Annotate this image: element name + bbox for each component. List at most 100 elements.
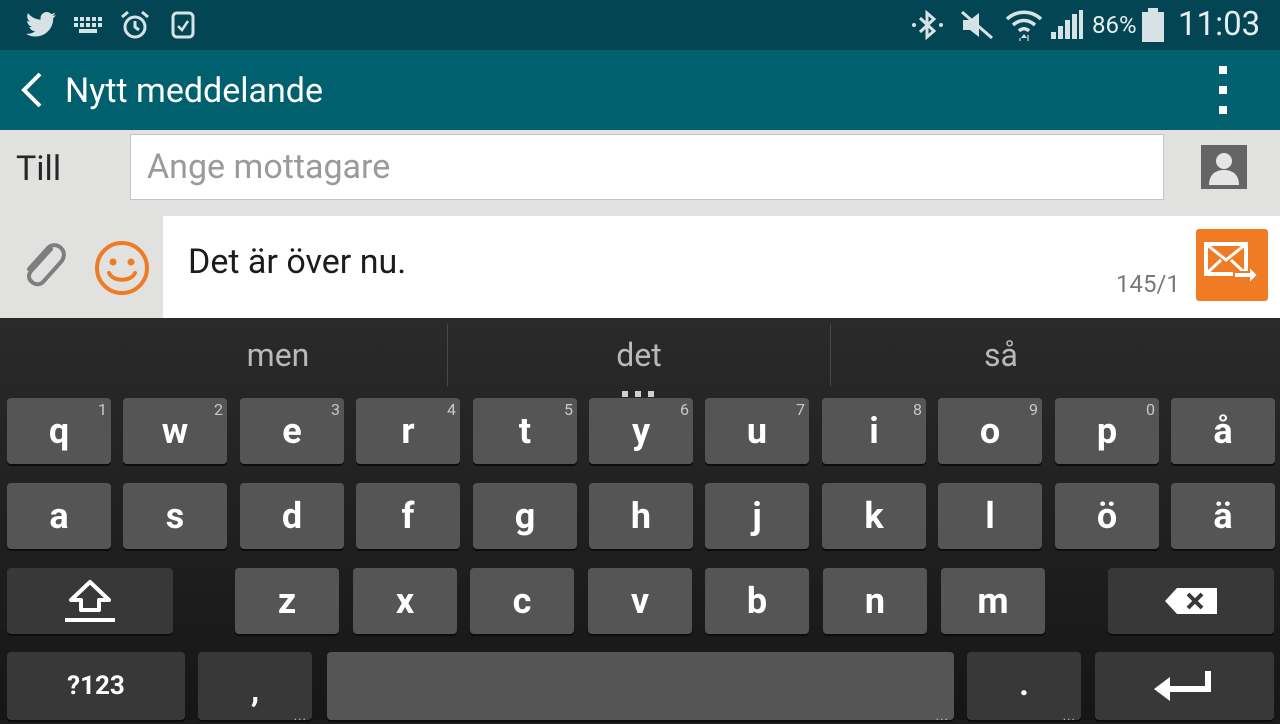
period-key[interactable]: .... bbox=[967, 652, 1081, 724]
key-e[interactable]: e3 bbox=[240, 398, 344, 464]
key-n[interactable]: n bbox=[823, 568, 927, 634]
smartwatch-icon bbox=[168, 10, 198, 40]
comma-key[interactable]: ,... bbox=[198, 652, 312, 724]
key-u-label: u bbox=[746, 410, 768, 452]
key-x-label: x bbox=[395, 580, 415, 622]
send-message-icon bbox=[1204, 241, 1260, 289]
shift-key[interactable] bbox=[7, 568, 173, 634]
key-j-label: j bbox=[752, 495, 762, 537]
key-p-label: p bbox=[1096, 410, 1118, 452]
key-ä[interactable]: ä bbox=[1171, 483, 1275, 549]
space-key[interactable]: ... bbox=[327, 652, 954, 724]
key-f[interactable]: f bbox=[356, 483, 460, 549]
recipient-row: Till bbox=[0, 130, 1280, 216]
key-k-label: k bbox=[864, 495, 884, 537]
key-y-label: y bbox=[631, 410, 651, 452]
symbols-key[interactable]: ?123 bbox=[7, 652, 185, 720]
contacts-icon[interactable] bbox=[1200, 144, 1248, 190]
key-number-hint: 9 bbox=[1029, 400, 1038, 419]
key-d-label: d bbox=[281, 495, 303, 537]
key-number-hint: 5 bbox=[564, 400, 573, 419]
key-o[interactable]: o9 bbox=[938, 398, 1042, 464]
key-number-hint: 1 bbox=[98, 400, 107, 419]
symbols-key-label: ?123 bbox=[67, 671, 125, 701]
shift-icon bbox=[7, 568, 173, 634]
enter-key[interactable] bbox=[1095, 652, 1274, 720]
key-number-hint: 2 bbox=[214, 400, 223, 419]
key-å[interactable]: å bbox=[1171, 398, 1275, 464]
key-s[interactable]: s bbox=[123, 483, 227, 549]
clock: 11:03 bbox=[1178, 5, 1261, 44]
key-number-hint: 8 bbox=[913, 400, 922, 419]
backspace-icon bbox=[1108, 568, 1274, 634]
key-w[interactable]: w2 bbox=[123, 398, 227, 464]
twitter-icon bbox=[24, 10, 58, 40]
key-y[interactable]: y6 bbox=[589, 398, 693, 464]
send-button[interactable] bbox=[1196, 229, 1268, 301]
backspace-key[interactable] bbox=[1108, 568, 1274, 634]
battery-icon bbox=[1140, 8, 1166, 42]
key-z[interactable]: z bbox=[235, 568, 339, 634]
key-r[interactable]: r4 bbox=[356, 398, 460, 464]
key-a[interactable]: a bbox=[7, 483, 111, 549]
keyboard-icon bbox=[72, 10, 104, 40]
recipient-label: Till bbox=[16, 149, 62, 189]
key-v[interactable]: v bbox=[588, 568, 692, 634]
key-h-label: h bbox=[630, 495, 652, 537]
key-x[interactable]: x bbox=[353, 568, 457, 634]
compose-tools bbox=[0, 216, 163, 318]
key-g[interactable]: g bbox=[473, 483, 577, 549]
alarm-clock-icon bbox=[118, 10, 152, 40]
compose-row: Det är över nu. 145/1 bbox=[0, 216, 1280, 318]
key-d[interactable]: d bbox=[240, 483, 344, 549]
key-w-label: w bbox=[161, 410, 189, 452]
key-u[interactable]: u7 bbox=[705, 398, 809, 464]
overflow-menu-icon[interactable] bbox=[1208, 66, 1238, 116]
key-q[interactable]: q1 bbox=[7, 398, 111, 464]
key-number-hint: 6 bbox=[680, 400, 689, 419]
key-m[interactable]: m bbox=[941, 568, 1045, 634]
key-o-label: o bbox=[979, 410, 1001, 452]
key-s-label: s bbox=[165, 495, 185, 537]
more-options-icon: ... bbox=[1062, 709, 1076, 724]
back-icon[interactable] bbox=[14, 68, 54, 112]
key-n-label: n bbox=[864, 580, 886, 622]
key-p[interactable]: p0 bbox=[1055, 398, 1159, 464]
key-å-label: å bbox=[1213, 410, 1233, 452]
key-j[interactable]: j bbox=[705, 483, 809, 549]
battery-percent: 86% bbox=[1092, 11, 1137, 39]
emoji-icon[interactable] bbox=[94, 240, 150, 296]
bluetooth-icon bbox=[910, 9, 946, 41]
key-number-hint: 3 bbox=[331, 400, 340, 419]
key-q-label: q bbox=[48, 410, 70, 452]
attach-icon[interactable] bbox=[20, 236, 66, 292]
character-counter: 145/1 bbox=[1116, 270, 1180, 298]
key-t-label: t bbox=[518, 410, 532, 452]
message-input[interactable]: Det är över nu. bbox=[188, 242, 406, 282]
key-c[interactable]: c bbox=[470, 568, 574, 634]
key-l[interactable]: l bbox=[938, 483, 1042, 549]
recipient-input[interactable] bbox=[130, 134, 1164, 200]
key-r-label: r bbox=[401, 410, 415, 452]
key-b[interactable]: b bbox=[705, 568, 809, 634]
status-bar: 86% 11:03 bbox=[0, 0, 1280, 50]
key-ä-label: ä bbox=[1213, 495, 1233, 537]
key-l-label: l bbox=[985, 495, 995, 537]
key-m-label: m bbox=[977, 580, 1009, 622]
key-t[interactable]: t5 bbox=[473, 398, 577, 464]
key-i-label: i bbox=[869, 410, 879, 452]
key-i[interactable]: i8 bbox=[822, 398, 926, 464]
suggestion-3[interactable]: så bbox=[831, 318, 1171, 390]
more-options-icon: ... bbox=[293, 709, 307, 724]
key-h[interactable]: h bbox=[589, 483, 693, 549]
enter-icon bbox=[1095, 652, 1274, 720]
page-title: Nytt meddelande bbox=[65, 71, 323, 111]
key-g-label: g bbox=[514, 495, 536, 537]
wifi-icon bbox=[1004, 10, 1044, 41]
key-ö-label: ö bbox=[1096, 495, 1118, 537]
suggestion-2[interactable]: det bbox=[448, 318, 830, 390]
key-ö[interactable]: ö bbox=[1055, 483, 1159, 549]
key-k[interactable]: k bbox=[822, 483, 926, 549]
period-key-label: . bbox=[1019, 664, 1029, 704]
suggestion-1[interactable]: men bbox=[110, 318, 446, 390]
